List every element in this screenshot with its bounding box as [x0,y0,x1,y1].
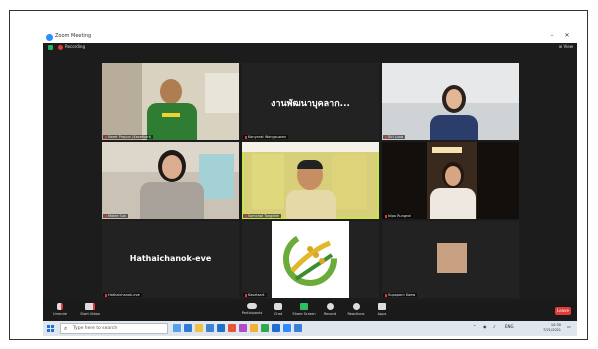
zoom-app-icon [46,34,53,41]
volume-icon[interactable]: ♪ [493,324,496,329]
reactions-button[interactable]: Reactions [343,303,369,316]
video-tile-7[interactable]: Hathaichanok-eve Hathaichanok-eve [102,221,239,298]
video-tile-2[interactable]: งานพัฒนาบุคลาก... Kanyarat Wongsuwan [242,63,379,140]
edge-icon[interactable] [184,324,192,332]
start-video-button[interactable]: Start Video [77,303,103,316]
app-icon-orange[interactable] [228,324,236,332]
app-icon-purple[interactable] [239,324,247,332]
leave-button[interactable]: Leave [555,307,571,315]
profile-logo [272,221,349,298]
leaf-logo-icon [283,232,337,286]
participant-name: Supaporn Kaew [383,293,418,297]
search-icon: ⌕ [64,325,68,332]
video-tile-5-active-speaker[interactable]: Somchai Tongdee [242,142,379,219]
zoom-taskbar-icon[interactable] [283,324,291,332]
participant-name: Somchai Tongdee [243,214,281,218]
muted-mic-icon [105,293,107,297]
taskbar-clock[interactable]: 10:30 7/21/2021 [543,323,561,333]
view-button[interactable]: ⊞ View [559,44,573,49]
muted-mic-icon [245,214,247,218]
muted-mic-icon [245,293,247,297]
participant-body [430,115,478,140]
line-icon[interactable] [261,324,269,332]
apps-button[interactable]: Apps [369,303,395,316]
taskbar-search-box[interactable]: ⌕ Type here to search [60,323,168,334]
participant-body [286,190,336,219]
participant-body [147,103,197,140]
tray-chevron-icon[interactable]: ⌃ [473,324,476,329]
video-tile-4[interactable]: Malee Suk [102,142,239,219]
video-tile-1[interactable]: Naret Prapun (Kasetsart) [102,63,239,140]
minimize-icon[interactable]: – [547,32,557,39]
participant-display-name: งานพัฒนาบุคลาก... [271,99,350,109]
chat-icon [274,303,282,310]
notifications-icon[interactable]: ▭ [567,324,571,329]
participants-button[interactable]: Participants [239,303,265,315]
participant-name: Naret Prapun (Kasetsart) [103,135,154,139]
language-indicator[interactable]: ENG [505,324,514,329]
video-off-icon [85,303,95,310]
participant-name: Kasetsart [243,293,267,297]
clock-date: 7/21/2021 [543,328,561,332]
apps-icon [378,303,386,310]
participant-body [430,188,476,219]
participant-name: Kanyarat Wongsuwan [243,135,288,139]
search-placeholder: Type here to search [73,326,118,331]
participant-face [160,79,182,104]
muted-mic-icon [245,135,247,139]
chat-button[interactable]: Chat [265,303,291,316]
task-view-icon[interactable] [173,324,181,332]
video-tile-8[interactable]: Kasetsart [242,221,379,298]
recording-label: Recording [65,44,86,49]
participant-name: Hathaichanok-eve [103,293,142,297]
zoom-window: Zoom Meeting – ✕ Recording ⊞ View Naret … [43,32,577,336]
muted-mic-icon [105,214,107,218]
video-tile-6[interactable]: Nipa Rungrot [382,142,519,219]
shield-icon[interactable] [48,45,53,50]
meeting-info-bar: Recording ⊞ View [43,43,577,52]
participant-name: Nipa Rungrot [383,214,413,218]
unmute-button[interactable]: Unmute [47,303,73,316]
windows-taskbar: ⌕ Type here to search ⌃ ◉ ♪ ENG 10:30 7/… [43,321,577,336]
chrome-icon[interactable] [250,324,258,332]
participant-face [162,155,182,179]
participant-display-name: Hathaichanok-eve [129,254,212,263]
word-icon[interactable] [272,324,280,332]
network-icon[interactable]: ◉ [483,324,487,329]
window-titlebar: Zoom Meeting – ✕ [43,32,577,43]
participant-name: Malee Suk [103,214,129,218]
window-title: Zoom Meeting [55,33,92,39]
participants-icon [247,303,257,309]
participant-name: Siri Luna [383,135,406,139]
share-screen-icon [300,303,308,310]
participant-body [140,182,204,219]
muted-mic-icon [385,135,387,139]
muted-mic-icon [385,293,387,297]
participant-thumbnail [437,243,467,273]
participant-face [446,89,462,109]
recording-dot-icon [58,45,63,50]
share-screen-button[interactable]: Share Screen [291,303,317,316]
close-icon[interactable]: ✕ [562,32,572,39]
smiley-icon [352,303,360,310]
video-tile-9[interactable]: Supaporn Kaew [382,221,519,298]
muted-mic-icon [385,214,387,218]
meeting-toolbar: Unmute Start Video Participants Chat Sha… [43,301,577,321]
muted-mic-icon [105,135,107,139]
record-icon [326,303,334,310]
mail-icon[interactable] [217,324,225,332]
windows-start-icon[interactable] [47,325,54,332]
file-explorer-icon[interactable] [195,324,203,332]
mic-muted-icon [57,303,63,310]
participant-face [445,166,461,186]
video-tile-3[interactable]: Siri Luna [382,63,519,140]
store-icon[interactable] [206,324,214,332]
app-icon-blue[interactable] [294,324,302,332]
record-button[interactable]: Record [317,303,343,316]
screenshot-frame: Zoom Meeting – ✕ Recording ⊞ View Naret … [9,10,588,340]
